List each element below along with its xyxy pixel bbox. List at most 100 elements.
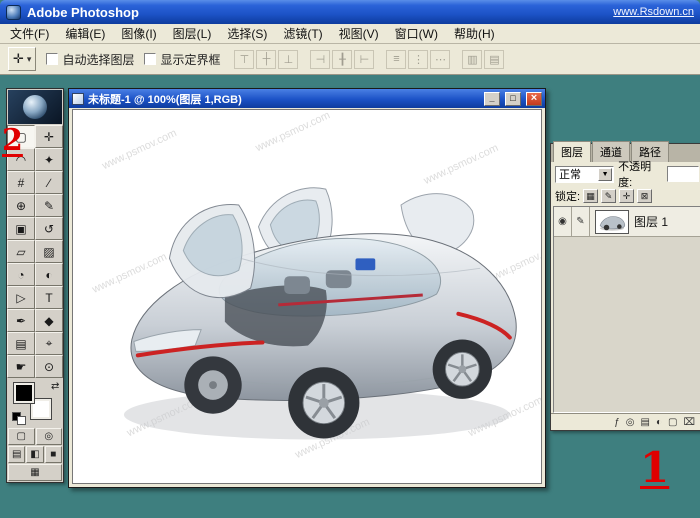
align-left-edges: ⊣	[310, 49, 331, 69]
layer-set-button[interactable]: ▤	[641, 417, 650, 428]
zoom-tool[interactable]: ⊙	[35, 355, 63, 378]
car-illustration: www.psmov.com www.psmov.com www.psmov.co…	[90, 110, 541, 461]
brush-tool[interactable]: ✎	[35, 194, 63, 217]
close-button[interactable]: ×	[526, 91, 542, 106]
menu-layer[interactable]: 图层(L)	[165, 23, 220, 44]
blend-mode-select[interactable]: 正常 ▼	[555, 165, 615, 183]
chevron-down-icon: ▼	[598, 167, 613, 181]
workspace: ▢ ✛ ◠ ✦ # ∕ ⊕ ✎ ▣ ↺ ▱ ▨ ◔ ◐ ▷ T ✒ ◆ ▤ ⌖ ☛ ⊙ ⇄ ▢ ◎ ▤ ◧ ■ ▦ 未标题-1 …	[0, 75, 700, 518]
layer-effects-button[interactable]: ƒ	[614, 417, 620, 428]
layer-row[interactable]: ◉ ✎ 图层 1	[554, 207, 700, 237]
visibility-eye-icon[interactable]: ◉	[554, 207, 572, 237]
titlebar[interactable]: Adobe Photoshop www.Rsdown.cn	[0, 0, 700, 24]
document-titlebar[interactable]: 未标题-1 @ 100%(图层 1,RGB) _ □ ×	[69, 89, 545, 108]
lock-all-button[interactable]: ⊠	[637, 189, 653, 203]
foreground-color-swatch[interactable]	[13, 382, 35, 404]
move-tool[interactable]: ✛	[35, 125, 63, 148]
magic-wand-tool[interactable]: ✦	[35, 148, 63, 171]
new-layer-button[interactable]: ▢	[668, 417, 677, 428]
fullscreen-menubar-button[interactable]: ◧	[26, 446, 44, 463]
eyedropper-tool[interactable]: ⌖	[35, 332, 63, 355]
photoshop-logo-orb	[8, 90, 62, 124]
lock-transparency-button[interactable]: ▦	[583, 189, 599, 203]
clone-stamp-tool[interactable]: ▣	[7, 217, 35, 240]
custom-shape-tool[interactable]: ◆	[35, 309, 63, 332]
menu-view[interactable]: 视图(V)	[331, 23, 387, 44]
align-right-edges: ⊢	[354, 49, 375, 69]
standard-screen-button[interactable]: ▤	[8, 446, 26, 463]
healing-brush-tool[interactable]: ⊕	[7, 194, 35, 217]
paintbrush-indicator-icon: ✎	[572, 207, 590, 237]
document-window: 未标题-1 @ 100%(图层 1,RGB) _ □ × www.psmov.c…	[68, 88, 546, 488]
annotation-step-2: 2	[2, 123, 23, 158]
distribute-vertical-centers: ⋮	[408, 49, 429, 69]
show-bounding-box-checkbox[interactable]: 显示定界框	[144, 51, 220, 68]
photoshop-app-icon	[6, 4, 21, 20]
default-colors-icon[interactable]	[17, 416, 26, 425]
menu-help[interactable]: 帮助(H)	[446, 23, 503, 44]
layers-panel: 图层 通道 路径 正常 ▼ 不透明度: 锁定: ▦ ✎ ✛ ⊠ ◉ ✎ 图层 1…	[550, 141, 700, 431]
options-bar: ✛ ▾ 自动选择图层 显示定界框 ⊤ ┼ ⊥ ⊣ ╂ ⊢ ≡ ⋮ ⋯ ▥ ▤	[0, 44, 700, 75]
menu-select[interactable]: 选择(S)	[219, 23, 275, 44]
eraser-tool[interactable]: ▱	[7, 240, 35, 263]
tools-grid: ▢ ✛ ◠ ✦ # ∕ ⊕ ✎ ▣ ↺ ▱ ▨ ◔ ◐ ▷ T ✒ ◆ ▤ ⌖ ☛ ⊙	[7, 125, 63, 378]
delete-layer-button[interactable]: ⌧	[683, 417, 695, 428]
lock-label: 锁定:	[555, 191, 581, 203]
layer-name: 图层 1	[634, 215, 669, 229]
document-icon	[72, 92, 84, 105]
quick-mask-mode-button[interactable]: ◎	[35, 428, 62, 445]
menu-file[interactable]: 文件(F)	[2, 23, 57, 44]
canvas-area[interactable]: www.psmov.com www.psmov.com www.psmov.co…	[72, 109, 542, 484]
canvas-watermark: www.psmov.com	[90, 251, 169, 296]
lock-position-button[interactable]: ✛	[619, 189, 635, 203]
swap-colors-icon[interactable]: ⇄	[51, 381, 59, 392]
opacity-field[interactable]	[666, 166, 700, 182]
menu-image[interactable]: 图像(I)	[113, 23, 164, 44]
path-selection-tool[interactable]: ▷	[7, 286, 35, 309]
menu-window[interactable]: 窗口(W)	[387, 23, 446, 44]
document-title: 未标题-1 @ 100%(图层 1,RGB)	[88, 93, 242, 106]
canvas-watermark: www.psmov.com	[421, 142, 500, 187]
hand-tool[interactable]: ☛	[7, 355, 35, 378]
lock-image-button[interactable]: ✎	[601, 189, 617, 203]
background-color-swatch[interactable]	[30, 398, 52, 420]
align-horizontal-centers: ╂	[332, 49, 353, 69]
crop-tool[interactable]: #	[7, 171, 35, 194]
site-watermark: www.Rsdown.cn	[613, 6, 694, 18]
layer-mask-button[interactable]: ◎	[626, 417, 635, 428]
type-tool[interactable]: T	[35, 286, 63, 309]
standard-mode-button[interactable]: ▢	[8, 428, 35, 445]
layer-thumbnail	[595, 209, 629, 234]
imageready-row: ▦	[8, 464, 62, 481]
canvas-watermark: www.psmov.com	[99, 127, 178, 172]
blend-mode-value: 正常	[559, 169, 581, 181]
menu-filter[interactable]: 滤镜(T)	[275, 23, 330, 44]
history-brush-tool[interactable]: ↺	[35, 217, 63, 240]
pen-tool[interactable]: ✒	[7, 309, 35, 332]
maximize-button[interactable]: □	[505, 91, 521, 106]
tab-layers[interactable]: 图层	[553, 141, 591, 162]
blur-tool[interactable]: ◔	[7, 263, 35, 286]
show-bounding-box-label: 显示定界框	[160, 52, 221, 67]
distribute-horizontal-centers: ▤	[484, 49, 505, 69]
menu-edit[interactable]: 编辑(E)	[57, 23, 113, 44]
align-groups: ⊤ ┼ ⊥ ⊣ ╂ ⊢ ≡ ⋮ ⋯ ▥ ▤	[234, 49, 505, 69]
layer-list: ◉ ✎ 图层 1	[553, 206, 700, 413]
fullscreen-button[interactable]: ■	[44, 446, 62, 463]
dodge-tool[interactable]: ◐	[35, 263, 63, 286]
mask-modes-row: ▢ ◎	[8, 428, 62, 445]
jump-to-imageready-button[interactable]: ▦	[8, 464, 62, 481]
auto-select-layer-label: 自动选择图层	[62, 52, 135, 67]
notes-tool[interactable]: ▤	[7, 332, 35, 355]
auto-select-layer-checkbox[interactable]: 自动选择图层	[46, 51, 134, 68]
minimize-button[interactable]: _	[484, 91, 500, 106]
move-tool-icon: ✛	[13, 51, 24, 66]
align-group: ▥ ▤	[462, 49, 505, 69]
tool-preset-button[interactable]: ✛ ▾	[8, 47, 37, 71]
color-swatches: ⇄	[9, 380, 61, 426]
canvas-watermark: www.psmov.com	[253, 110, 332, 155]
adjustment-layer-button[interactable]: ◐	[656, 417, 662, 428]
gradient-tool[interactable]: ▨	[35, 240, 63, 263]
palette-bottom-strip: ƒ ◎ ▤ ◐ ▢ ⌧	[551, 413, 700, 430]
slice-tool[interactable]: ∕	[35, 171, 63, 194]
